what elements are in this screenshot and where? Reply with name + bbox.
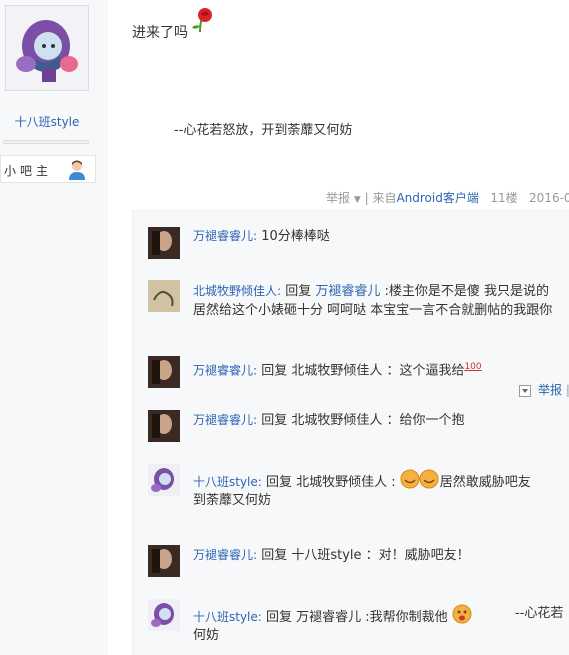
reply-username[interactable]: 万褪睿睿儿: <box>193 363 257 377</box>
reply-text-continued: 到荼蘼又何妨 <box>193 493 272 508</box>
reply-text-after-emoji: 居然敢威胁吧友 <box>439 475 531 490</box>
reply-text: 10分棒棒哒 <box>261 229 330 244</box>
reply-avatar[interactable] <box>148 599 180 631</box>
reply-item: 万褪睿睿儿: 回复 十八班style ：对！威胁吧友！ <box>193 545 470 566</box>
moderator-badge-label: 小吧主 <box>4 164 53 178</box>
reply-item: 万褪睿睿儿: 10分棒棒哒 <box>193 226 330 247</box>
rose-icon <box>188 6 216 38</box>
reply-item: 万褪睿睿儿: 回复 北城牧野倾佳人 ：给你一个抱 <box>193 410 464 431</box>
post-signature: --心花若怒放，开到荼蘼又何妨 <box>174 123 353 138</box>
user-icon <box>67 159 87 185</box>
reply-username[interactable]: 北城牧野倾佳人: <box>193 284 281 298</box>
reply-text: 回复 北城牧野倾佳人 ：这个逼我给 <box>261 363 465 379</box>
reply-report-link[interactable]: 举报 <box>538 383 562 397</box>
reply-text: 回复 北城牧野倾佳人 ：给你一个抱 <box>261 413 465 428</box>
smile-emoji-icon <box>400 469 440 496</box>
floor-number: 11楼 <box>490 191 518 205</box>
reply-text: 回复 万褪睿睿儿 :我帮你制裁他 <box>265 610 448 625</box>
reply-item: 万褪睿睿儿: 回复 北城牧野倾佳人 ：这个逼我给100 <box>193 357 482 381</box>
reply-actions: 举报 | <box>519 381 569 398</box>
reply-text-continued: 居然给这个小婊砸十分 呵呵哒 本宝宝一言不合就删帖的我跟你 <box>193 303 553 318</box>
client-link[interactable]: Android客户端 <box>396 191 478 205</box>
reply-username[interactable]: 万褪睿睿儿: <box>193 413 257 427</box>
reply-avatar[interactable] <box>148 410 180 442</box>
moderator-badge: 小吧主 <box>0 155 96 183</box>
post-date: 2016-05- <box>529 191 569 205</box>
reply-text: :楼主你是不是傻 我只是说的 <box>384 284 550 299</box>
post-floor: 十八班style 小吧主 进来了吗 --心花若怒放，开到荼蘼又何妨 举报 ▼ |… <box>0 0 569 655</box>
post-meta: 举报 ▼ | 来自Android客户端 11楼 2016-05- <box>326 189 569 206</box>
reply-target-user[interactable]: 万褪睿睿儿 <box>315 284 380 299</box>
author-avatar-image <box>6 6 88 90</box>
reply-word: 回复 <box>285 284 312 299</box>
reply-username[interactable]: 万褪睿睿儿: <box>193 229 257 243</box>
surprised-emoji-icon <box>452 604 472 631</box>
reply-item: 十八班style: 回复 万褪睿睿儿 :我帮你制裁他 <box>193 604 472 631</box>
post-content: 进来了吗 <box>132 25 188 41</box>
reply-avatar[interactable] <box>148 464 180 496</box>
reply-text: 回复 北城牧野倾佳人 : <box>265 475 396 490</box>
report-link[interactable]: 举报 <box>326 191 350 205</box>
reply-avatar[interactable] <box>148 356 180 388</box>
author-column: 十八班style 小吧主 <box>0 0 108 655</box>
reply-username[interactable]: 万褪睿睿儿: <box>193 548 257 562</box>
reply-avatar[interactable] <box>148 227 180 259</box>
reply-username[interactable]: 十八班style: <box>193 475 262 489</box>
reply-item: 北城牧野倾佳人: 回复 万褪睿睿儿 :楼主你是不是傻 我只是说的 <box>193 281 549 302</box>
author-name[interactable]: 十八班style <box>0 113 94 130</box>
reply-signature: --心花若 <box>515 606 564 621</box>
hundred-points-icon: 100 <box>464 362 482 372</box>
reply-list <box>132 210 569 655</box>
dropdown-icon[interactable] <box>519 384 531 397</box>
source-prefix: | 来自 <box>364 191 397 205</box>
chevron-down-icon[interactable]: ▼ <box>354 195 361 205</box>
reply-text-continued: 何妨 <box>193 628 220 643</box>
author-avatar[interactable] <box>5 5 89 91</box>
reply-avatar[interactable] <box>148 545 180 577</box>
reply-avatar[interactable] <box>148 280 180 312</box>
author-level-bar <box>3 140 89 144</box>
reply-username[interactable]: 十八班style: <box>193 610 262 624</box>
reply-text: 回复 十八班style ：对！威胁吧友！ <box>261 548 470 563</box>
